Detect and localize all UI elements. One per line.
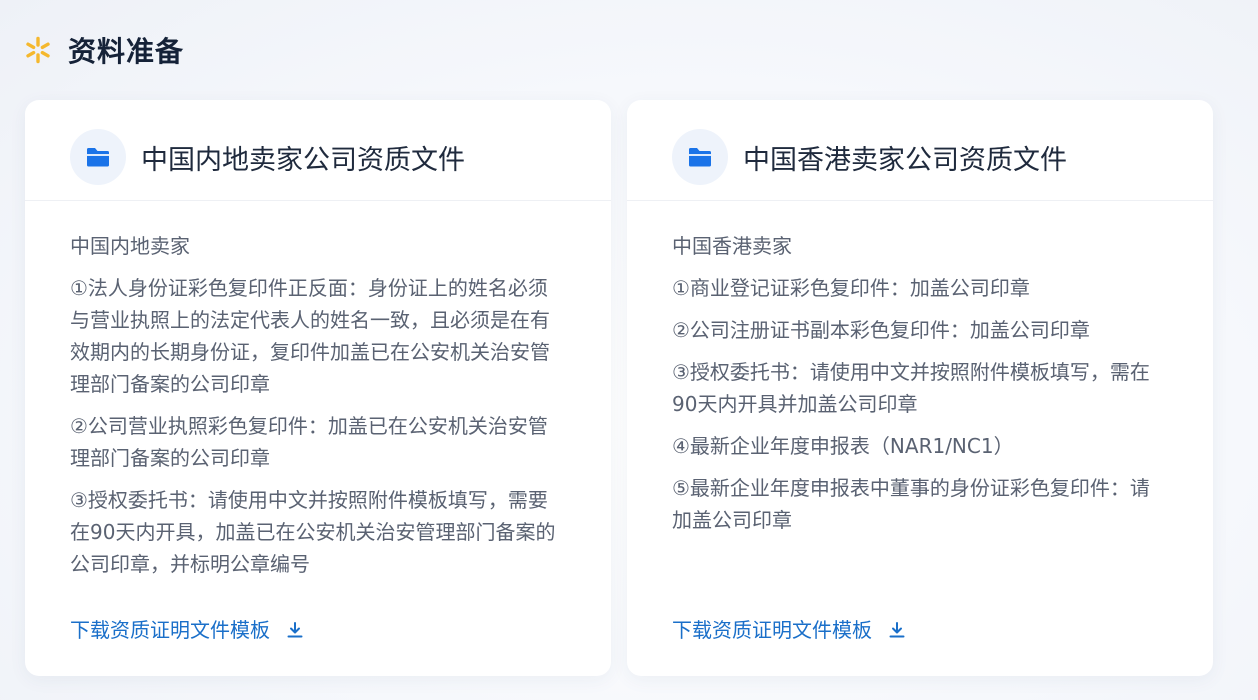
list-item: ③授权委托书：请使用中文并按照附件模板填写，需在90天内开具并加盖公司印章 (672, 360, 1150, 416)
section-header: 资料准备 (24, 30, 184, 70)
list-item: ①法人身份证彩色复印件正反面：身份证上的姓名必须与营业执照上的法定代表人的姓名一… (70, 276, 550, 396)
group-label: 中国香港卖家 (672, 234, 792, 258)
download-link-label[interactable]: 下载资质证明文件模板 (70, 614, 270, 646)
card-hongkong: 中国香港卖家公司资质文件 中国香港卖家 ①商业登记证彩色复印件：加盖公司印章 ②… (627, 100, 1213, 676)
list-item: ③授权委托书：请使用中文并按照附件模板填写，需要在90天内开具，加盖已在公安机关… (70, 488, 556, 576)
group-label: 中国内地卖家 (70, 234, 190, 258)
spark-icon (26, 36, 50, 64)
card-body: 中国内地卖家 ①法人身份证彩色复印件正反面：身份证上的姓名必须与营业执照上的法定… (70, 230, 566, 590)
download-template-link[interactable]: 下载资质证明文件模板 (672, 614, 906, 646)
list-item: ②公司营业执照彩色复印件：加盖已在公安机关治安管理部门备案的公司印章 (70, 414, 548, 470)
list-item: ⑤最新企业年度申报表中董事的身份证彩色复印件：请加盖公司印章 (672, 476, 1150, 532)
list-item: ②公司注册证书副本彩色复印件：加盖公司印章 (672, 318, 1090, 342)
section-title: 资料准备 (68, 35, 185, 68)
card-mainland: 中国内地卖家公司资质文件 中国内地卖家 ①法人身份证彩色复印件正反面：身份证上的… (25, 100, 611, 676)
folder-icon (87, 148, 109, 167)
download-icon[interactable] (888, 621, 906, 639)
download-template-link[interactable]: 下载资质证明文件模板 (70, 614, 304, 646)
folder-icon (689, 148, 711, 167)
card-header: 中国香港卖家公司资质文件 (627, 100, 1213, 201)
card-title: 中国内地卖家公司资质文件 (141, 145, 465, 176)
card-icon-badge (70, 129, 126, 185)
card-body: 中国香港卖家 ①商业登记证彩色复印件：加盖公司印章 ②公司注册证书副本彩色复印件… (672, 230, 1168, 546)
page: 资料准备 中国内地卖家公司资质文件 中国内地卖家 ①法人身份证彩色复印件正反面：… (0, 0, 1258, 700)
download-icon[interactable] (286, 621, 304, 639)
download-link-label[interactable]: 下载资质证明文件模板 (672, 614, 872, 646)
list-item: ①商业登记证彩色复印件：加盖公司印章 (672, 276, 1030, 300)
card-icon-badge (672, 129, 728, 185)
card-header: 中国内地卖家公司资质文件 (25, 100, 611, 201)
card-title: 中国香港卖家公司资质文件 (743, 145, 1067, 176)
list-item: ④最新企业年度申报表（NAR1/NC1） (672, 434, 1014, 458)
